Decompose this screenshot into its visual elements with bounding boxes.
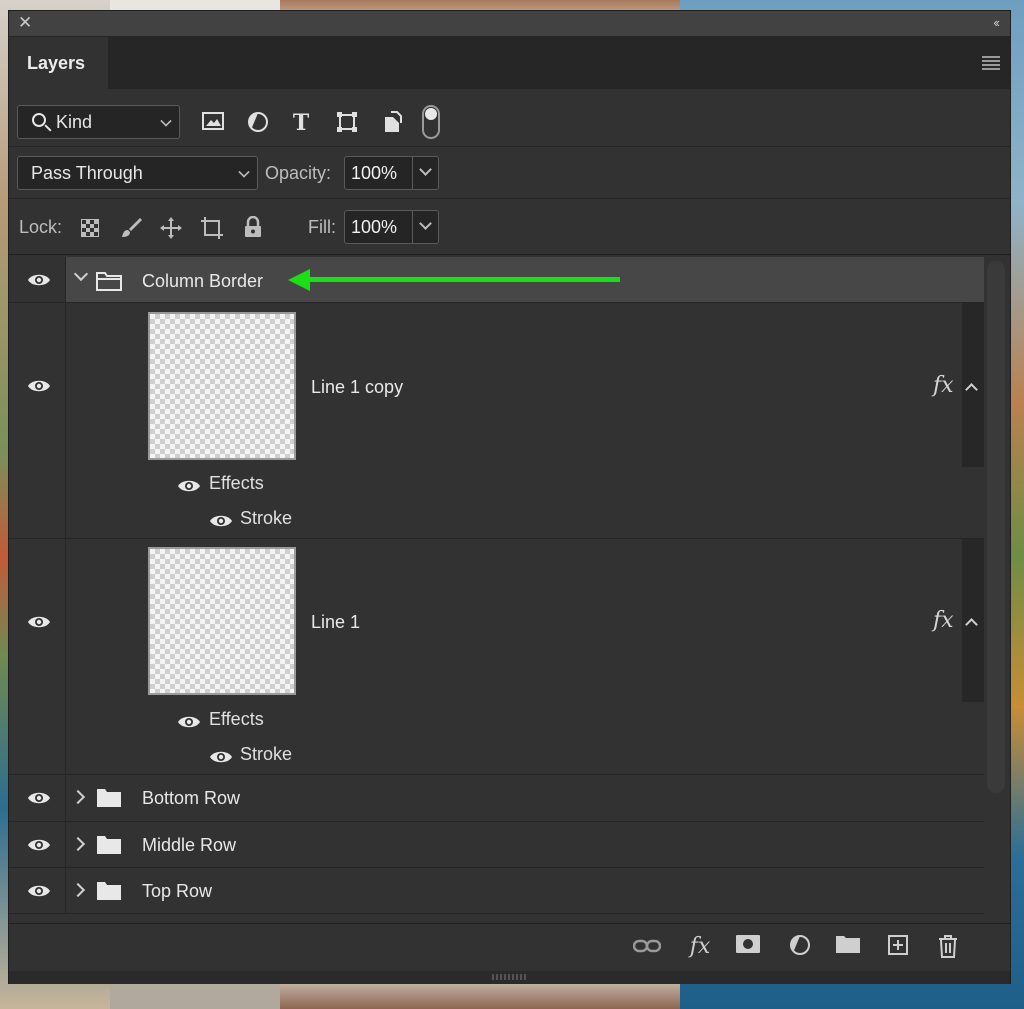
effects-label: Effects — [209, 473, 264, 493]
new-group-icon[interactable] — [835, 934, 861, 960]
effects-label: Effects — [209, 709, 264, 729]
chevron-down-icon[interactable] — [419, 217, 432, 230]
panel-titlebar: ✕ ‹‹ — [9, 11, 1010, 37]
layer-effects-icon[interactable]: fx — [933, 373, 954, 398]
lock-position-icon[interactable] — [159, 216, 183, 240]
layer-row[interactable]: Line 1 copy fx Effects Stroke — [9, 303, 984, 539]
visibility-eye-icon[interactable] — [27, 791, 50, 805]
visibility-eye-icon[interactable] — [27, 273, 50, 287]
layer-group-row[interactable]: Top Row — [9, 868, 984, 914]
chevron-right-icon[interactable] — [70, 836, 86, 852]
group-name: Column Border — [142, 271, 264, 291]
layer-name: Line 1 — [311, 612, 361, 632]
chevron-down-icon — [160, 115, 172, 127]
visibility-eye-icon[interactable] — [177, 715, 200, 729]
visibility-eye-icon[interactable] — [27, 884, 50, 898]
fill-field[interactable]: 100% — [344, 210, 439, 244]
opacity-field[interactable]: 100% — [344, 156, 439, 190]
layer-effects-icon[interactable]: fx — [933, 608, 954, 633]
fill-label: Fill: — [308, 217, 336, 237]
new-layer-icon[interactable] — [885, 934, 911, 960]
layers-panel: ✕ ‹‹ Layers Kind T Pass Through Opacity:… — [8, 10, 1011, 984]
filter-kind-label: Kind — [56, 112, 93, 132]
group-name: Middle Row — [142, 835, 237, 855]
type-filter-icon[interactable]: T — [289, 111, 313, 135]
blend-row: Pass Through Opacity: 100% — [9, 147, 1010, 199]
adjustment-filter-icon[interactable] — [246, 111, 270, 135]
add-mask-icon[interactable] — [735, 934, 761, 960]
layers-scrollbar[interactable] — [987, 261, 1005, 793]
filter-toggle[interactable] — [422, 105, 440, 139]
lock-all-icon[interactable] — [241, 215, 265, 240]
annotation-arrow — [288, 269, 620, 291]
lock-label: Lock: — [19, 217, 63, 237]
toggle-knob — [425, 108, 437, 120]
new-adjustment-icon[interactable] — [785, 934, 815, 960]
lock-row: Lock: Fill: 100% — [9, 199, 1010, 255]
tab-layers[interactable]: Layers — [9, 37, 108, 89]
folder-open-icon — [96, 271, 122, 291]
visibility-eye-icon[interactable] — [27, 838, 50, 852]
folder-icon — [96, 881, 122, 901]
image-filter-icon[interactable] — [201, 111, 225, 135]
collapse-icon[interactable]: ‹‹ — [993, 15, 1000, 30]
stroke-effect-label: Stroke — [240, 744, 293, 764]
visibility-eye-icon[interactable] — [177, 479, 200, 493]
add-style-icon[interactable]: fx — [683, 934, 717, 960]
blend-mode-select[interactable]: Pass Through — [17, 156, 258, 190]
chevron-down-icon[interactable] — [73, 266, 89, 282]
group-name: Top Row — [142, 881, 213, 901]
lock-transparency-icon[interactable] — [81, 219, 99, 237]
layer-group-row[interactable]: Bottom Row — [9, 775, 984, 822]
stroke-effect-label: Stroke — [240, 508, 293, 528]
visibility-eye-icon[interactable] — [209, 514, 232, 528]
chevron-down-icon — [238, 166, 250, 178]
layer-thumbnail[interactable] — [148, 547, 296, 695]
link-layers-icon[interactable] — [632, 934, 662, 960]
lock-pixels-icon[interactable] — [119, 216, 143, 240]
layers-footer-toolbar: fx — [9, 923, 1010, 971]
smart-object-filter-icon[interactable] — [380, 111, 404, 135]
close-icon[interactable]: ✕ — [18, 14, 32, 32]
chevron-right-icon[interactable] — [70, 882, 86, 898]
visibility-eye-icon[interactable] — [27, 615, 50, 629]
group-name: Bottom Row — [142, 788, 241, 808]
panel-tabbar: Layers — [9, 37, 1010, 89]
layer-thumbnail[interactable] — [148, 312, 296, 460]
layer-name: Line 1 copy — [311, 377, 404, 397]
layer-row[interactable]: Line 1 fx Effects Stroke — [9, 539, 984, 775]
fill-value: 100% — [351, 217, 398, 237]
layers-list: Column Border Line 1 copy fx Effects Str… — [9, 257, 984, 922]
chevron-down-icon[interactable] — [419, 163, 432, 176]
chevron-right-icon[interactable] — [70, 789, 86, 805]
shape-filter-icon[interactable] — [335, 111, 359, 135]
lock-artboard-icon[interactable] — [200, 216, 224, 240]
search-icon — [32, 113, 46, 127]
folder-icon — [96, 788, 122, 808]
filter-row: Kind T — [9, 89, 1010, 147]
folder-icon — [96, 835, 122, 855]
delete-layer-icon[interactable] — [935, 934, 961, 960]
opacity-label: Opacity: — [265, 163, 332, 183]
visibility-eye-icon[interactable] — [209, 750, 232, 764]
visibility-eye-icon[interactable] — [27, 379, 50, 393]
resize-grip-icon[interactable] — [492, 974, 528, 980]
panel-menu-icon[interactable] — [982, 56, 1000, 72]
layer-group-row[interactable]: Middle Row — [9, 822, 984, 868]
blend-mode-value: Pass Through — [31, 163, 143, 183]
filter-kind-select[interactable]: Kind — [17, 105, 180, 139]
opacity-value: 100% — [351, 163, 398, 183]
